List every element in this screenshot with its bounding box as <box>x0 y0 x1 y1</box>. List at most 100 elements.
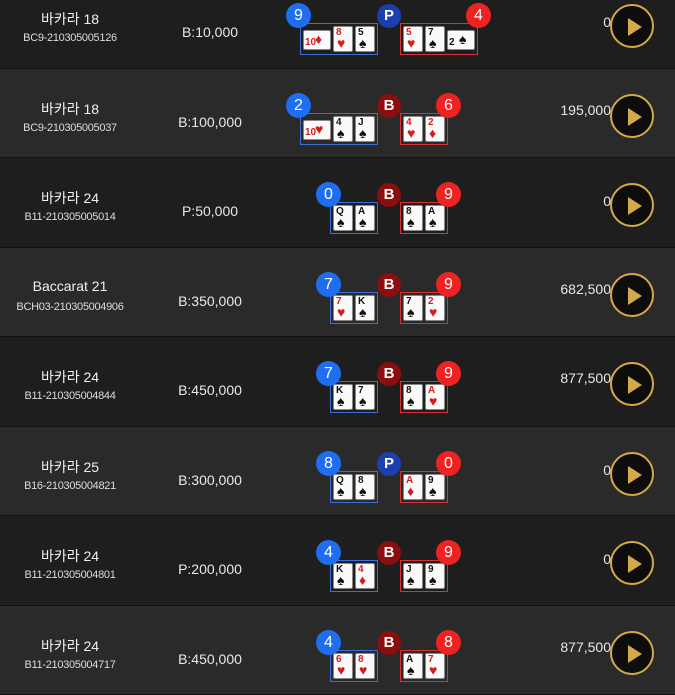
player-hand: K♠4♦ <box>330 560 378 592</box>
card-result: 6♥8♥A♠7♥4B8 <box>290 606 490 695</box>
play-icon <box>628 376 642 394</box>
banker-score: 9 <box>436 361 461 386</box>
replay-button[interactable] <box>610 541 654 585</box>
player-hand: 10♦8♥5♠ <box>300 23 378 55</box>
payout-amount: 877,500 <box>560 639 611 655</box>
card-suit: ♠ <box>429 573 436 588</box>
history-row: 바카라 24B11-210305004717B:450,0006♥8♥A♠7♥4… <box>0 606 675 695</box>
card-suit: ♠ <box>337 573 344 588</box>
playing-card: 4♠ <box>333 116 353 142</box>
winner-badge: B <box>377 541 401 565</box>
replay-button[interactable] <box>610 362 654 406</box>
playing-card: 7♥ <box>425 653 445 679</box>
replay-button[interactable] <box>610 4 654 48</box>
card-rank: 2 <box>449 37 455 48</box>
playing-card: 8♠ <box>403 205 423 231</box>
replay-button[interactable] <box>610 183 654 227</box>
banker-hand: A♠7♥ <box>400 650 448 682</box>
winner-badge: B <box>377 631 401 655</box>
player-score: 9 <box>286 3 311 28</box>
replay-button[interactable] <box>610 452 654 496</box>
banker-score: 8 <box>436 630 461 655</box>
player-score: 7 <box>316 361 341 386</box>
play-icon <box>628 466 642 484</box>
card-suit: ♠ <box>337 126 344 141</box>
card-suit: ♥ <box>315 122 323 137</box>
card-result: K♠7♠8♠A♥7B9 <box>290 337 490 426</box>
bet-amount: P:50,000 <box>170 203 250 219</box>
history-row: 바카라 18BC9-210305005037B:100,00010♥4♠J♠4♥… <box>0 69 675 159</box>
banker-score: 4 <box>466 3 491 28</box>
card-suit: ♥ <box>429 394 437 409</box>
bet-amount: P:200,000 <box>170 561 250 577</box>
history-row: 바카라 24B11-210305004844B:450,000K♠7♠8♠A♥7… <box>0 337 675 427</box>
card-result: 7♥K♠7♠2♥7B9 <box>290 248 490 337</box>
game-name: 바카라 24 <box>0 188 140 208</box>
playing-card: K♠ <box>333 563 353 589</box>
banker-hand: 8♠A♥ <box>400 381 448 413</box>
card-suit: ♠ <box>359 484 366 499</box>
playing-card: 8♠ <box>403 384 423 410</box>
card-suit: ♠ <box>359 215 366 230</box>
banker-score: 9 <box>436 540 461 565</box>
playing-card: A♥ <box>425 384 445 410</box>
play-icon <box>628 108 642 126</box>
playing-card: J♠ <box>403 563 423 589</box>
game-name: 바카라 18 <box>0 9 140 29</box>
playing-card: K♠ <box>333 384 353 410</box>
playing-card: 5♥ <box>403 26 423 52</box>
playing-card: 9♠ <box>425 474 445 500</box>
playing-card: A♠ <box>403 653 423 679</box>
round-id: B11-210305004717 <box>0 659 140 671</box>
card-suit: ♠ <box>337 394 344 409</box>
replay-button[interactable] <box>610 94 654 138</box>
playing-card: 10♥ <box>303 120 331 140</box>
playing-card: A♠ <box>425 205 445 231</box>
card-suit: ♥ <box>337 36 345 51</box>
game-name: 바카라 24 <box>0 636 140 656</box>
replay-button[interactable] <box>610 631 654 675</box>
winner-badge: B <box>377 362 401 386</box>
card-suit: ♠ <box>429 36 436 51</box>
bet-amount: B:100,000 <box>170 114 250 130</box>
playing-card: 9♠ <box>425 563 445 589</box>
card-suit: ♠ <box>407 305 414 320</box>
payout-amount: 195,000 <box>560 102 611 118</box>
banker-hand: 5♥7♠ 2 ♠ <box>400 23 478 55</box>
round-id: B11-210305005014 <box>0 211 140 223</box>
playing-card: 5♠ <box>355 26 375 52</box>
playing-card: 7♠ <box>425 26 445 52</box>
playing-card: 7♠ <box>403 295 423 321</box>
bet-history-list: 바카라 18BC9-210305005126B:10,00010♦8♥5♠5♥7… <box>0 0 675 691</box>
card-suit: ♥ <box>337 305 345 320</box>
playing-card: 2♥ <box>425 295 445 321</box>
history-row: 바카라 24B11-210305004801P:200,000K♠4♦J♠9♠4… <box>0 516 675 606</box>
card-suit: ♠ <box>429 484 436 499</box>
winner-badge: B <box>377 94 401 118</box>
play-icon <box>628 18 642 36</box>
bet-amount: B:350,000 <box>170 293 250 309</box>
card-suit: ♠ <box>359 36 366 51</box>
replay-button[interactable] <box>610 273 654 317</box>
banker-score: 0 <box>436 451 461 476</box>
playing-card: A♠ <box>355 205 375 231</box>
game-name: 바카라 24 <box>0 367 140 387</box>
bet-amount: B:450,000 <box>170 651 250 667</box>
bet-amount: B:450,000 <box>170 382 250 398</box>
banker-score: 9 <box>436 182 461 207</box>
game-name: Baccarat 21 <box>0 278 140 294</box>
card-suit: ♦ <box>359 573 366 588</box>
playing-card: Q♠ <box>333 474 353 500</box>
card-suit: ♠ <box>337 484 344 499</box>
playing-card: 2♦ <box>425 116 445 142</box>
card-result: 10♦8♥5♠5♥7♠2♠9P4 <box>290 0 490 68</box>
player-score: 8 <box>316 451 341 476</box>
player-score: 2 <box>286 93 311 118</box>
card-suit: ♥ <box>359 663 367 678</box>
winner-badge: B <box>377 273 401 297</box>
player-hand: 6♥8♥ <box>330 650 378 682</box>
banker-hand: 7♠2♥ <box>400 292 448 324</box>
player-score: 0 <box>316 182 341 207</box>
round-id: BC9-210305005037 <box>0 122 140 134</box>
card-result: K♠4♦J♠9♠4B9 <box>290 516 490 605</box>
